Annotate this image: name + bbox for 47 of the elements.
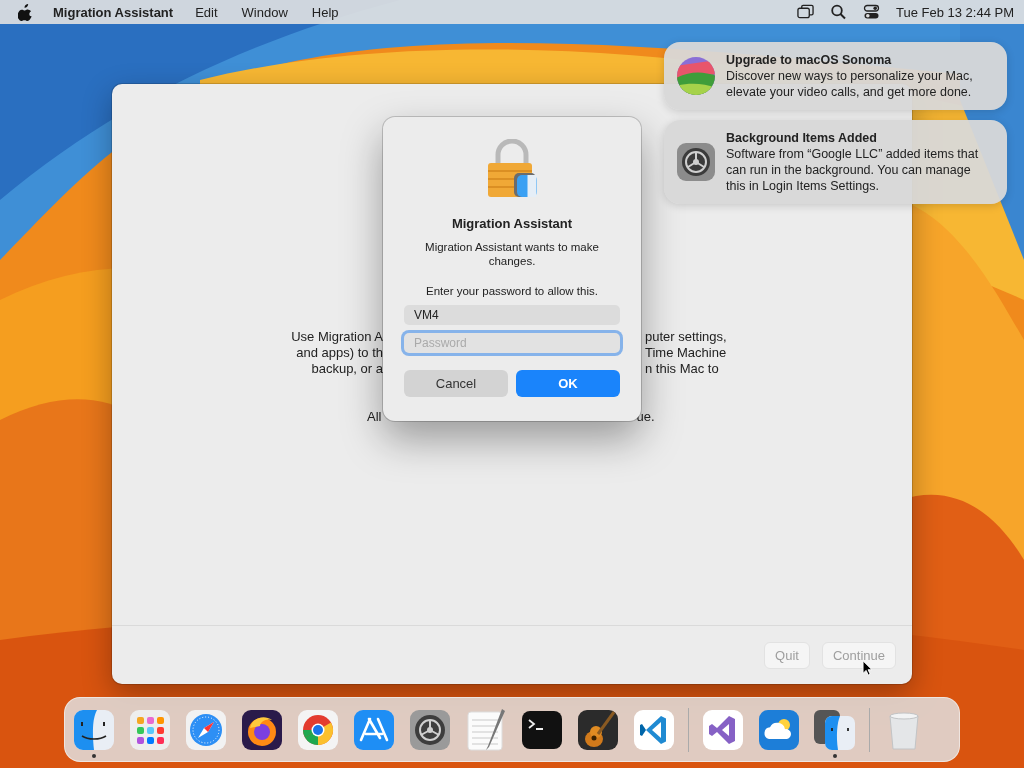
running-dot-icon — [92, 753, 96, 758]
intro-text-fragment: Time Machine — [645, 345, 727, 361]
username-field[interactable]: VM4 — [404, 305, 620, 325]
apple-logo-icon[interactable] — [18, 3, 33, 21]
fox-globe-icon[interactable] — [240, 707, 284, 752]
dialog-button[interactable]: OK — [516, 370, 620, 397]
two-faces-icon[interactable] — [813, 707, 857, 752]
toggles-icon[interactable] — [862, 4, 880, 20]
notepad-icon[interactable] — [464, 707, 508, 752]
gear-icon — [676, 142, 716, 182]
dialog-button[interactable]: Cancel — [404, 370, 508, 397]
menu-clock[interactable]: Tue Feb 13 2:44 PM — [895, 4, 1014, 20]
intro-text-fragment: n this Mac to — [645, 361, 720, 377]
app-menu[interactable]: Migration Assistant — [53, 4, 174, 20]
intro-text-fragment: and apps) to th — [296, 345, 383, 361]
password-field[interactable]: Password — [404, 333, 620, 353]
notification-title: Upgrade to macOS Sonoma — [726, 52, 893, 68]
intro-text-fragment: backup, or a — [311, 361, 383, 377]
intro-text-fragment: puter settings, — [645, 329, 727, 345]
code-icon[interactable] — [632, 707, 676, 752]
dialog-prompt: Enter your password to allow this. — [426, 285, 598, 297]
menu-item[interactable]: Help — [311, 4, 339, 20]
menu-item[interactable]: Window — [241, 4, 288, 20]
ring-icon[interactable] — [296, 707, 340, 752]
app-store-icon[interactable] — [352, 707, 396, 752]
notification-card[interactable]: Background Items Added Software from “Google LLC” added items that can run in the background. You can manage this in Login Items Settings. — [664, 120, 1007, 204]
notification-text: Software from “Google LLC” added items that can run in the background. You can manage this in Login Items Settings. — [726, 146, 980, 194]
pointer-cursor-icon — [862, 660, 873, 676]
hills-icon — [676, 56, 716, 96]
menu-item[interactable]: Edit — [195, 4, 218, 20]
guitar-icon[interactable] — [576, 707, 620, 752]
infinity-icon[interactable] — [701, 707, 745, 752]
compass-icon[interactable] — [184, 707, 228, 752]
windows-icon[interactable] — [796, 4, 814, 20]
dialog-message: Migration Assistant wants to make changes. — [424, 240, 600, 268]
notification-card[interactable]: Upgrade to macOS Sonoma Discover new ways to personalize your Mac, elevate your video calls, and get more done. — [664, 42, 1007, 110]
note-text-fragment: All — [367, 409, 382, 425]
dialog-title: Migration Assistant — [451, 216, 573, 231]
running-dot-icon — [833, 753, 837, 758]
notification-title: Background Items Added — [726, 130, 878, 146]
search-icon[interactable] — [829, 4, 847, 20]
cloud-sun-icon[interactable] — [757, 707, 801, 752]
face-icon[interactable] — [72, 707, 116, 752]
gear-icon[interactable] — [408, 707, 452, 752]
intro-text-fragment: Use Migration A — [291, 329, 383, 345]
notification-text: Discover new ways to personalize your Mac, elevate your video calls, and get more done. — [726, 68, 974, 100]
app-grid-icon[interactable] — [128, 707, 172, 752]
